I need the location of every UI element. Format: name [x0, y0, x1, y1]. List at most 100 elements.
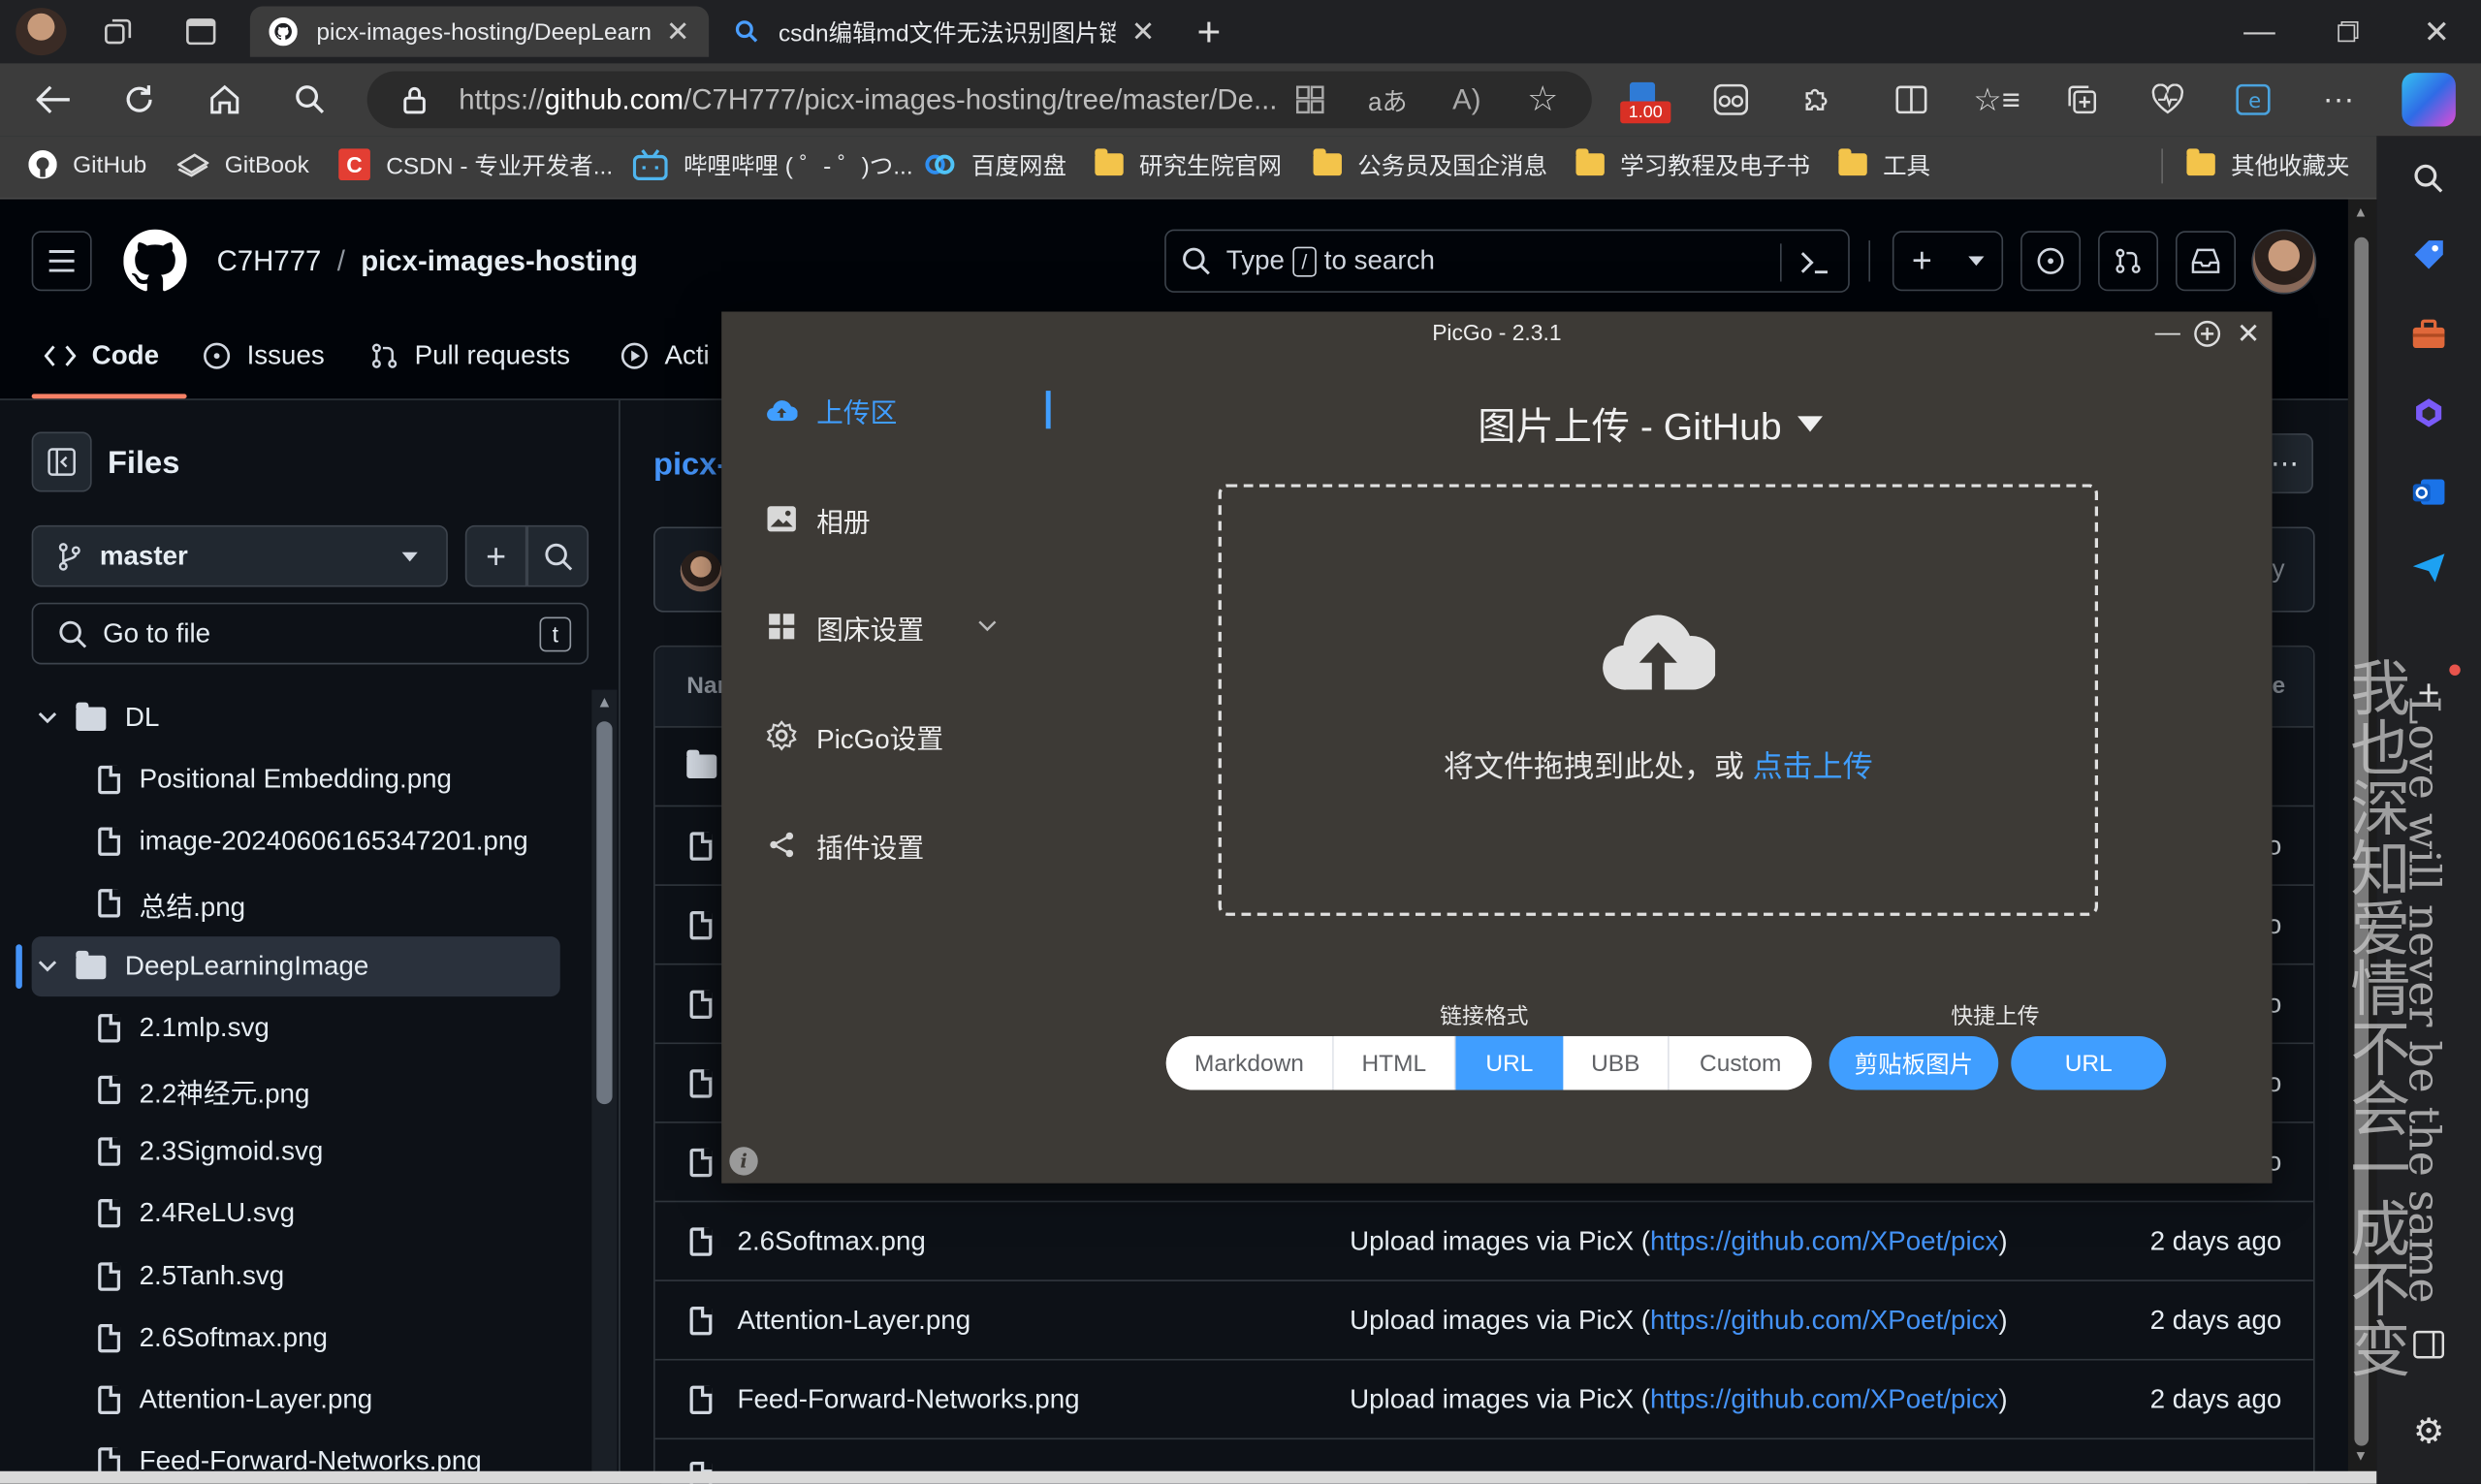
picgo-menu-album[interactable]: 相册	[766, 496, 871, 541]
window-minimize-button[interactable]: —	[2234, 13, 2284, 50]
window-restore-button[interactable]	[2323, 13, 2373, 50]
tab-github[interactable]: picx-images-hosting/DeepLearni ✕	[249, 6, 710, 57]
tree-file[interactable]: Attention-Layer.png	[0, 1373, 586, 1427]
format-custom[interactable]: Custom	[1669, 1035, 1812, 1090]
favorites-list-icon[interactable]: ☆≡	[1973, 79, 2020, 120]
lock-icon[interactable]	[396, 82, 433, 117]
commit-link[interactable]: https://github.com/XPoet/picx	[1650, 1305, 1998, 1335]
tree-dir-deeplearningimage[interactable]: DeepLearningImage	[31, 936, 560, 997]
table-row[interactable]: Feed-Forward-Networks.png Upload images …	[654, 1358, 2313, 1438]
search-files-button[interactable]	[526, 524, 589, 587]
tab-pull-requests[interactable]: Pull requests	[370, 335, 570, 376]
go-to-file-input[interactable]: Go to file t	[31, 602, 589, 665]
scroll-up-arrow[interactable]: ▲	[595, 693, 615, 712]
extensions-puzzle-icon[interactable]	[1795, 79, 1839, 120]
tree-file[interactable]: 2.1mlp.svg	[0, 1001, 586, 1055]
picgo-menu-host-settings[interactable]: 图床设置	[766, 604, 997, 648]
new-tab-button[interactable]: +	[1187, 7, 1231, 54]
tree-file[interactable]: 2.5Tanh.svg	[0, 1249, 586, 1303]
sidebar-outlook-icon[interactable]	[2405, 468, 2453, 516]
file-name-link[interactable]: Feed-Forward-Networks.png	[738, 1383, 1080, 1415]
favorite-folder-tutorials[interactable]: 学习教程及电子书	[1575, 147, 1810, 182]
github-search-input[interactable]: Type / to search	[1164, 229, 1850, 293]
browser-essentials-icon[interactable]	[2146, 79, 2190, 120]
back-button[interactable]	[32, 79, 77, 120]
favorite-folder-grad-school[interactable]: 研究生院官网	[1095, 147, 1282, 182]
picgo-heading[interactable]: 图片上传 - GitHub	[1478, 395, 1824, 451]
workspaces-icon[interactable]	[98, 13, 139, 50]
tab-actions-icon[interactable]	[180, 13, 221, 50]
sidebar-search-icon[interactable]	[2405, 155, 2453, 203]
search-button[interactable]	[288, 79, 333, 120]
tree-file[interactable]: Positional Embedding.png	[0, 753, 586, 806]
commit-author-avatar[interactable]	[680, 550, 722, 592]
picgo-pin-button[interactable]	[2191, 318, 2223, 350]
sidebar-settings-icon[interactable]: ⚙	[2405, 1407, 2453, 1455]
url-text[interactable]: https://github.com/C7H777/picx-images-ho…	[459, 83, 1277, 116]
favorite-baidu-netdisk[interactable]: 百度网盘	[924, 147, 1066, 182]
table-row[interactable]: 2.6Softmax.png Upload images via PicX (h…	[654, 1200, 2313, 1280]
tab-code[interactable]: Code	[44, 335, 159, 376]
branch-selector[interactable]: master	[31, 524, 448, 587]
picgo-close-button[interactable]: ✕	[2233, 317, 2265, 350]
collapse-sidebar-button[interactable]	[31, 431, 92, 492]
path-breadcrumb[interactable]: picx-	[653, 448, 727, 485]
favorite-other[interactable]: 其他收藏夹	[2186, 147, 2350, 182]
extension-speed-icon[interactable]: 1.00	[1620, 79, 1671, 127]
split-screen-icon[interactable]	[1890, 79, 1934, 120]
info-icon[interactable]: i	[729, 1147, 758, 1176]
format-url[interactable]: URL	[1455, 1035, 1564, 1090]
tree-file[interactable]: image-20240606165347201.png	[0, 814, 586, 868]
issues-button[interactable]	[2020, 231, 2082, 292]
sidebar-copilot-icon[interactable]	[2405, 389, 2453, 436]
tree-file[interactable]: 总结.png	[0, 876, 586, 930]
url-upload-button[interactable]: URL	[2011, 1035, 2167, 1090]
collections-icon[interactable]	[2060, 79, 2105, 120]
sidebar-shopping-tag-icon[interactable]	[2405, 231, 2453, 278]
click-upload-link[interactable]: 点击上传	[1753, 751, 1873, 784]
file-name-link[interactable]: 2.6Softmax.png	[738, 1225, 926, 1257]
github-logo-icon[interactable]	[123, 229, 187, 293]
copilot-icon[interactable]	[2401, 73, 2456, 127]
home-button[interactable]	[203, 79, 247, 120]
translate-icon[interactable]: aあ	[1367, 80, 1408, 118]
tree-dir-dl[interactable]: DL	[0, 691, 586, 744]
picgo-menu-picgo-settings[interactable]: PicGo设置	[766, 713, 943, 758]
sidebar-tools-icon[interactable]	[2405, 310, 2453, 358]
favorite-folder-civil-service[interactable]: 公务员及国企消息	[1313, 147, 1547, 182]
tab-close-icon[interactable]: ✕	[1131, 16, 1156, 48]
scroll-up-arrow[interactable]: ▲	[2351, 203, 2370, 222]
picgo-minimize-button[interactable]: —	[2152, 318, 2184, 350]
extension-glasses-icon[interactable]	[1709, 79, 1754, 120]
picgo-menu-plugin-settings[interactable]: 插件设置	[766, 823, 924, 868]
tab-csdn-search[interactable]: csdn编辑md文件无法识别图片链 ✕	[716, 7, 1174, 57]
favorite-bilibili[interactable]: 哔哩哔哩 ( ゜- ゜)つ...	[632, 147, 913, 182]
user-avatar[interactable]	[2251, 229, 2317, 295]
picgo-menu-upload[interactable]: 上传区	[766, 388, 897, 432]
table-row[interactable]: Attention-Layer.png Upload images via Pi…	[654, 1279, 2313, 1359]
read-aloud-icon[interactable]: A)	[1447, 80, 1487, 118]
more-menu-icon[interactable]: ···	[2316, 79, 2361, 120]
tree-file[interactable]: 2.3Sigmoid.svg	[0, 1124, 586, 1178]
favorite-github[interactable]: GitHub	[28, 147, 146, 182]
sidebar-send-icon[interactable]	[2405, 544, 2453, 591]
app-available-icon[interactable]	[1291, 80, 1329, 118]
format-html[interactable]: HTML	[1333, 1035, 1456, 1090]
edge-extension-icon[interactable]: e	[2231, 79, 2275, 120]
sidebar-customize-icon[interactable]	[2405, 1322, 2453, 1367]
tree-file[interactable]: 2.6Softmax.png	[0, 1311, 586, 1365]
refresh-button[interactable]	[117, 79, 162, 120]
format-markdown[interactable]: Markdown	[1165, 1035, 1334, 1090]
clipboard-upload-button[interactable]: 剪贴板图片	[1829, 1035, 1999, 1090]
inbox-button[interactable]	[2176, 231, 2237, 292]
window-close-button[interactable]: ✕	[2411, 13, 2462, 50]
commit-link[interactable]: https://github.com/XPoet/picx	[1650, 1225, 1998, 1255]
repo-link[interactable]: picx-images-hosting	[361, 245, 638, 278]
format-ubb[interactable]: UBB	[1563, 1035, 1670, 1090]
favorite-csdn[interactable]: C CSDN - 专业开发者...	[338, 147, 613, 182]
tree-file[interactable]: 2.2神经元.png	[0, 1063, 586, 1117]
create-new-button[interactable]: +	[1892, 231, 2004, 292]
tab-issues[interactable]: Issues	[203, 335, 325, 376]
tree-scrollbar-thumb[interactable]	[596, 721, 613, 1105]
file-name-link[interactable]: Attention-Layer.png	[738, 1305, 971, 1337]
